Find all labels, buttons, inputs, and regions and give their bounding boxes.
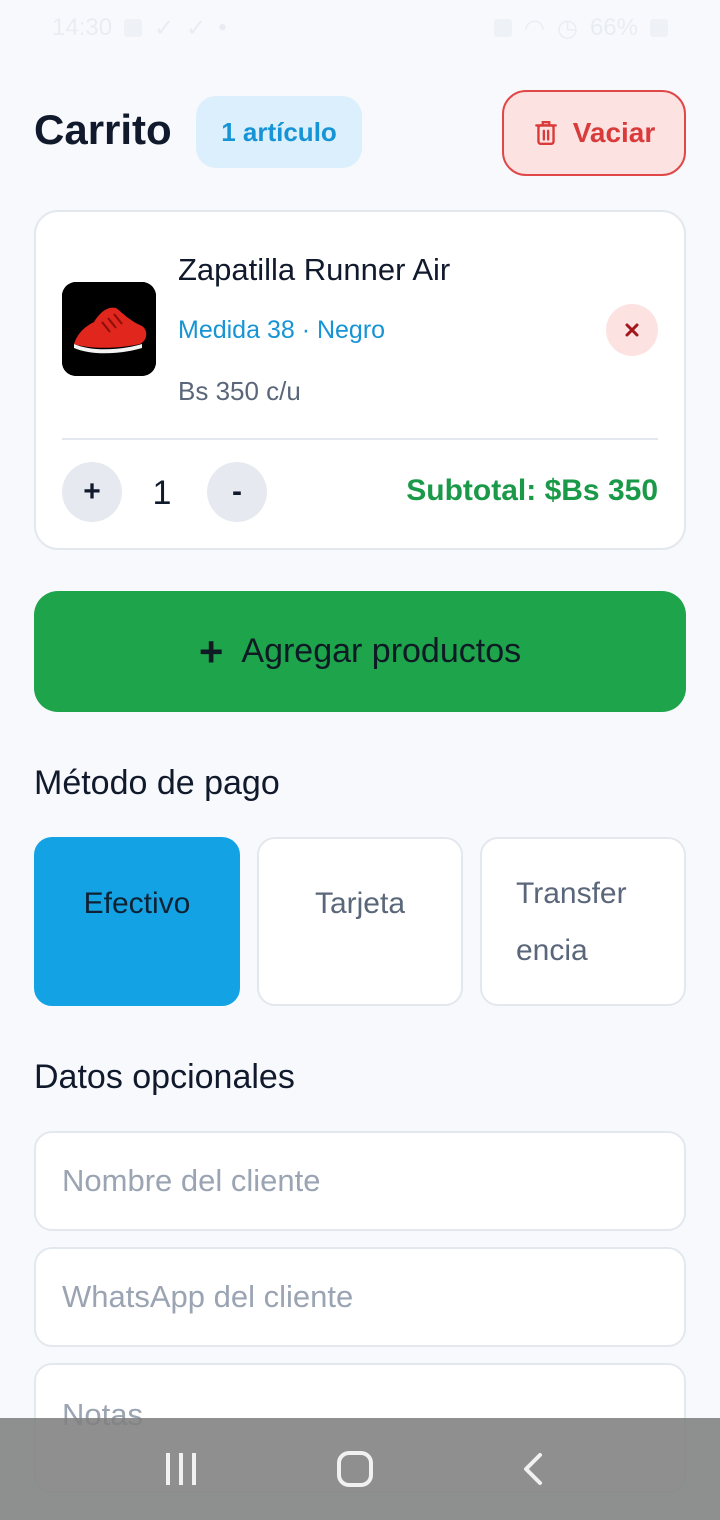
- payment-option-label: Tarjeta: [314, 887, 406, 920]
- gallery-notification-icon: [124, 19, 143, 37]
- check-notification-icon: ✓: [154, 14, 175, 42]
- close-icon: [625, 323, 639, 337]
- system-navigation-bar: [0, 1418, 720, 1520]
- check-notification-icon: ✓: [186, 14, 207, 42]
- item-count-badge: 1 artículo: [196, 96, 362, 168]
- product-name: Zapatilla Runner Air: [178, 252, 451, 287]
- battery-level: 66%: [589, 14, 638, 41]
- quantity-value: 1: [152, 474, 172, 512]
- page-title: Carrito: [34, 106, 172, 153]
- status-bar: 14:30 ✓ ✓ • ◠ ◷ 66%: [0, 0, 720, 56]
- payment-option-label: Efectivo: [83, 887, 191, 920]
- payment-option-cash[interactable]: Efectivo: [34, 837, 240, 1006]
- dot-notification-icon: •: [218, 14, 227, 41]
- increment-quantity-button[interactable]: +: [62, 462, 122, 522]
- home-icon[interactable]: [336, 1451, 373, 1487]
- recent-apps-icon[interactable]: [166, 1453, 197, 1485]
- clear-cart-button[interactable]: Vaciar: [502, 90, 686, 176]
- product-unit-price: Bs 350 c/u: [178, 376, 301, 406]
- payment-option-label-line1: Transfer: [516, 877, 627, 910]
- product-variant: Medida 38 · Negro: [178, 316, 386, 344]
- cart-item-card: Zapatilla Runner Air Medida 38 · Negro B…: [34, 210, 686, 550]
- payment-option-transfer[interactable]: Transfer encia: [480, 837, 686, 1006]
- add-products-button[interactable]: + Agregar productos: [34, 591, 686, 712]
- customer-name-placeholder: Nombre del cliente: [62, 1163, 321, 1198]
- sim-icon: [494, 19, 513, 37]
- plus-icon: +: [198, 627, 224, 675]
- product-image: [62, 282, 156, 376]
- remove-item-button[interactable]: [606, 304, 658, 356]
- payment-method-title: Método de pago: [34, 764, 280, 802]
- payment-option-card[interactable]: Tarjeta: [257, 837, 463, 1006]
- item-subtotal: Subtotal: $Bs 350: [406, 474, 658, 507]
- clear-cart-label: Vaciar: [572, 117, 656, 148]
- cart-header: Carrito 1 artículo Vaciar: [34, 88, 686, 176]
- customer-name-field[interactable]: Nombre del cliente: [34, 1131, 686, 1231]
- status-time: 14:30: [52, 14, 113, 41]
- wifi-icon: ◠: [524, 14, 545, 42]
- alarm-icon: ◷: [557, 14, 578, 42]
- decrement-quantity-button[interactable]: -: [207, 462, 267, 522]
- trash-icon: [534, 121, 557, 145]
- payment-option-label-line2: encia: [516, 934, 588, 967]
- battery-icon: [650, 19, 668, 37]
- add-products-label: Agregar productos: [241, 632, 522, 670]
- customer-whatsapp-placeholder: WhatsApp del cliente: [62, 1279, 354, 1314]
- customer-whatsapp-field[interactable]: WhatsApp del cliente: [34, 1247, 686, 1347]
- card-divider: [62, 438, 658, 440]
- optional-data-title: Datos opcionales: [34, 1058, 295, 1096]
- back-icon[interactable]: [514, 1449, 554, 1489]
